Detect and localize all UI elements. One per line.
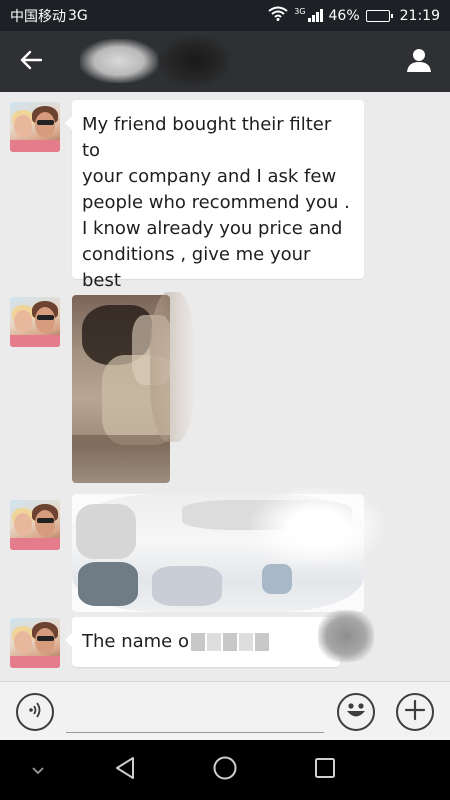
contact-name-redacted <box>80 36 230 86</box>
person-icon <box>406 47 432 77</box>
back-button[interactable] <box>0 31 62 92</box>
emoji-button[interactable] <box>337 693 375 731</box>
nav-back-button[interactable] <box>105 750 145 790</box>
avatar[interactable] <box>10 102 60 152</box>
redaction-scribble <box>160 36 230 86</box>
nav-recents-button[interactable] <box>305 750 345 790</box>
chat-area[interactable]: My friend bought their filter to your co… <box>0 92 450 681</box>
avatar[interactable] <box>10 297 60 347</box>
voice-button[interactable] <box>16 693 54 731</box>
wifi-icon <box>268 6 288 25</box>
clock: 21:19 <box>399 7 440 24</box>
arrow-left-icon <box>20 50 43 74</box>
back-triangle-icon <box>114 756 136 784</box>
input-underline <box>66 732 324 733</box>
network-label: 3G <box>68 7 88 24</box>
plus-icon <box>403 698 427 726</box>
emoji-icon <box>341 695 371 729</box>
chat-header <box>0 31 450 92</box>
input-bar <box>0 681 450 740</box>
message-bubble[interactable]: My friend bought their filter to your co… <box>65 100 364 317</box>
status-left: 中国移动 3G <box>10 6 88 26</box>
add-button[interactable] <box>396 693 434 731</box>
redaction-scribble <box>318 610 374 662</box>
home-circle-icon <box>212 755 238 785</box>
voice-icon <box>25 700 45 724</box>
battery-icon <box>365 9 393 22</box>
message-input[interactable] <box>66 694 324 730</box>
status-bar: 中国移动 3G 3G 46% 21:19 <box>0 0 450 31</box>
status-right: 3G 46% 21:19 <box>268 6 440 25</box>
recents-square-icon <box>313 756 337 784</box>
redaction-scribble <box>250 487 385 567</box>
redaction-scribble <box>80 39 158 83</box>
profile-button[interactable] <box>388 31 450 92</box>
message-bubble[interactable]: The name o <box>65 617 340 667</box>
signal-icon: 3G <box>294 7 323 22</box>
message-text: The name o <box>82 631 189 652</box>
battery-percent: 46% <box>328 7 360 24</box>
image-redaction <box>150 292 195 442</box>
redacted-text <box>190 633 269 651</box>
nav-home-button[interactable] <box>205 750 245 790</box>
signal-3g-tag: 3G <box>294 7 306 16</box>
hide-nav-button[interactable] <box>18 750 58 790</box>
navigation-bar <box>0 740 450 800</box>
avatar[interactable] <box>10 500 60 550</box>
avatar[interactable] <box>10 618 60 668</box>
carrier-label: 中国移动 <box>10 8 66 25</box>
chevron-down-icon <box>31 761 45 780</box>
